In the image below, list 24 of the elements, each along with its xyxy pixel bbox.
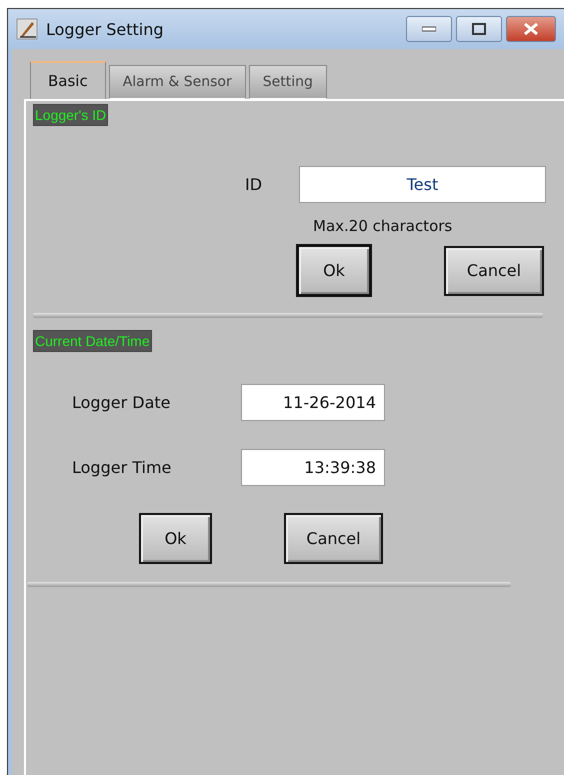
maximize-icon	[472, 23, 486, 35]
time-field[interactable]: 13:39:38	[241, 449, 385, 486]
maximize-button[interactable]	[456, 16, 502, 42]
cancel-button[interactable]: Cancel	[444, 246, 544, 296]
minimize-button[interactable]	[406, 16, 452, 42]
field-label: Logger Time	[72, 458, 172, 477]
close-icon	[523, 23, 539, 35]
date-field[interactable]: 11-26-2014	[241, 384, 385, 421]
tab[interactable]: Basic	[30, 61, 106, 99]
close-button[interactable]	[506, 16, 556, 42]
section-heading: Logger's ID	[33, 104, 108, 126]
cancel-button[interactable]: Cancel	[284, 513, 383, 564]
field-label: ID	[245, 175, 264, 194]
tab[interactable]: Alarm & Sensor	[108, 65, 246, 99]
ok-button[interactable]: Ok	[139, 513, 212, 564]
hint-text: Max.20 charactors	[313, 217, 452, 235]
pen-icon	[16, 18, 38, 40]
tab[interactable]: Setting	[248, 65, 327, 99]
ok-button[interactable]: Ok	[296, 244, 372, 297]
field-label: Logger Date	[72, 393, 172, 412]
minimize-icon	[422, 26, 436, 32]
window-title: Logger Setting	[46, 20, 165, 38]
section-heading: Current Date/Time	[33, 330, 152, 352]
id-field[interactable]: Test	[299, 166, 546, 203]
